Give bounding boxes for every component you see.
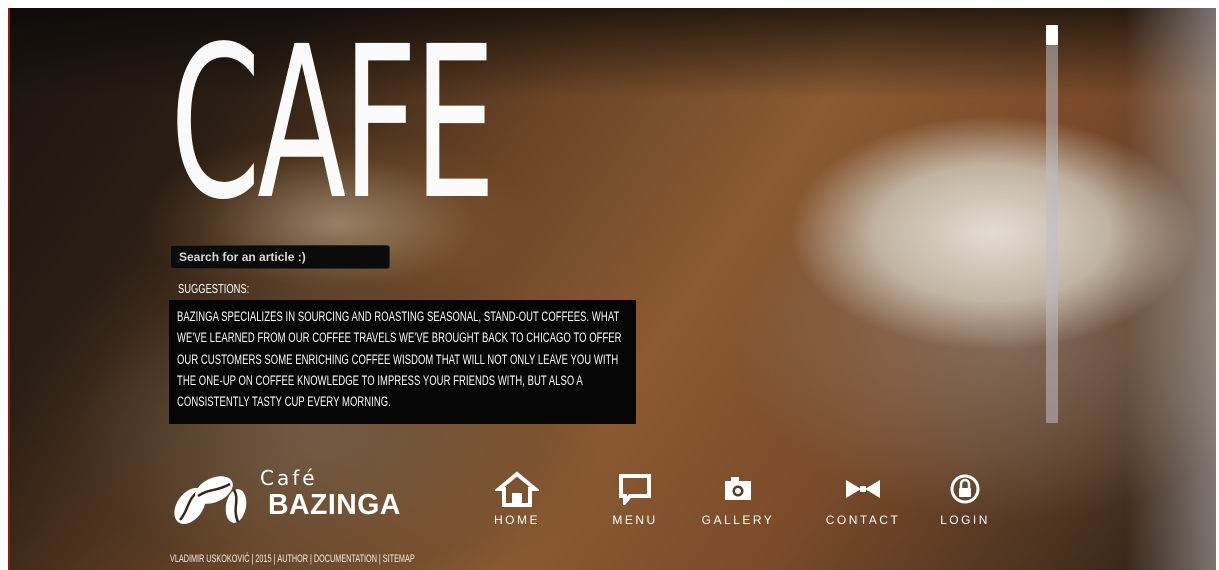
nav-home[interactable]: HOME [490, 471, 544, 527]
search-box[interactable] [170, 245, 390, 269]
footer-link-author[interactable]: AUTHOR [277, 553, 308, 565]
suggestions-text: BAZINGA SPECIALIZES IN SOURCING AND ROAS… [177, 309, 622, 410]
speech-bubble-icon [619, 474, 651, 505]
hero-background: CAFE SUGGESTIONS: BAZINGA SPECIALIZES IN… [8, 8, 1216, 570]
footer: VLADIMIR USKOKOVIĆ | 2015 | AUTHOR | DOCUMEN… [170, 553, 415, 565]
nav-login-label: LOGIN [940, 513, 990, 527]
footer-credit: VLADIMIR USKOKOVIĆ | 2015 [170, 553, 272, 565]
main-nav: HOME MENU GALLERY CONTACT LOGIN [8, 471, 1216, 541]
nav-contact[interactable]: CONTACT [820, 471, 906, 527]
lock-icon [950, 474, 980, 504]
suggestions-panel: BAZINGA SPECIALIZES IN SOURCING AND ROAS… [169, 300, 636, 424]
nav-gallery[interactable]: GALLERY [698, 471, 778, 527]
footer-link-sitemap[interactable]: SITEMAP [383, 553, 415, 565]
scrollbar-track[interactable] [1046, 25, 1058, 423]
scrollbar-thumb[interactable] [1046, 25, 1058, 45]
search-input[interactable] [171, 249, 386, 265]
home-icon [495, 471, 539, 507]
camera-icon [725, 477, 751, 500]
nav-login[interactable]: LOGIN [934, 471, 996, 527]
nav-contact-label: CONTACT [825, 513, 901, 527]
nav-menu-label: MENU [612, 513, 658, 527]
page-title: CAFE [170, 8, 496, 246]
bowtie-icon [846, 480, 880, 498]
nav-gallery-label: GALLERY [701, 513, 775, 527]
footer-link-documentation[interactable]: DOCUMENTATION [314, 553, 377, 565]
nav-home-label: HOME [494, 513, 540, 527]
nav-menu[interactable]: MENU [608, 471, 662, 527]
suggestions-label: SUGGESTIONS: [178, 281, 250, 296]
